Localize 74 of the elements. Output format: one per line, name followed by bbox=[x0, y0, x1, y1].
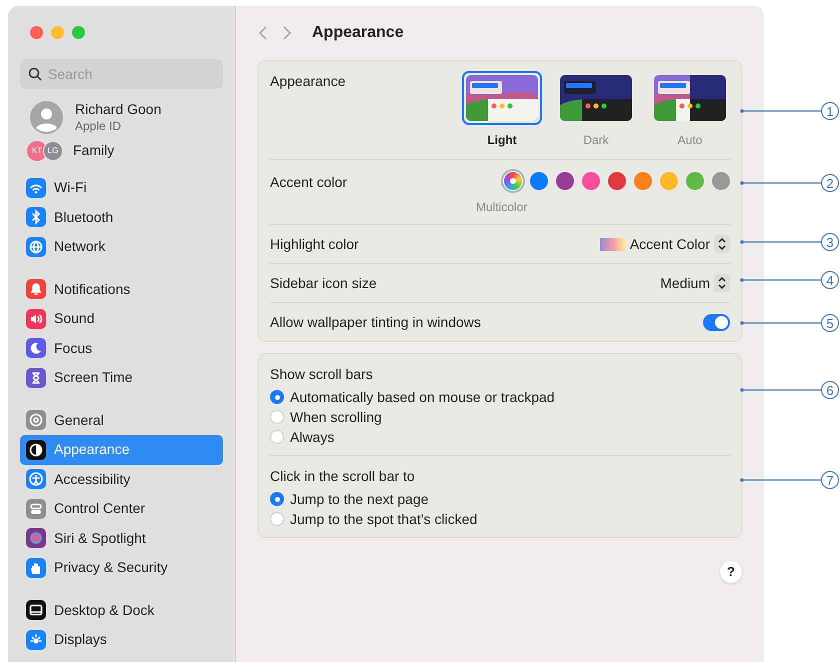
highlight-popup[interactable]: Accent Color bbox=[600, 234, 730, 254]
search-icon bbox=[28, 67, 42, 81]
sidebar-item[interactable]: Wi-Fi bbox=[20, 173, 223, 202]
color-swatch[interactable] bbox=[530, 172, 548, 190]
color-swatch[interactable] bbox=[686, 172, 704, 190]
family-label: Family bbox=[73, 141, 114, 160]
toggle-switch[interactable] bbox=[703, 314, 730, 330]
color-swatch[interactable] bbox=[608, 172, 626, 190]
window-control-icon[interactable] bbox=[30, 26, 43, 39]
sidebar-item[interactable]: Desktop & Dock bbox=[20, 596, 223, 625]
account-item[interactable]: Richard Goon Apple ID bbox=[20, 101, 223, 134]
member-avatar: LG bbox=[43, 140, 63, 160]
group-label: Show scroll bars bbox=[270, 365, 374, 384]
sidebar-item[interactable]: Accessibility bbox=[20, 464, 223, 494]
group-label: Click in the scroll bar to bbox=[270, 467, 416, 486]
account-name: Richard Goon bbox=[75, 101, 162, 119]
setting-label: Sidebar icon size bbox=[270, 274, 377, 292]
sidebar-item[interactable]: Siri & Spotlight bbox=[20, 524, 223, 553]
radio-icon bbox=[270, 390, 284, 404]
radio-option[interactable]: When scrolling bbox=[270, 407, 730, 427]
forward-icon[interactable] bbox=[282, 25, 292, 41]
sidebar-item[interactable]: Network bbox=[20, 232, 223, 262]
color-swatch[interactable] bbox=[634, 172, 652, 190]
search-field[interactable]: Search bbox=[20, 59, 223, 89]
help-button[interactable]: ? bbox=[720, 561, 742, 583]
setting-label: Appearance bbox=[270, 72, 346, 91]
callout-number: 1 bbox=[821, 102, 839, 120]
window-control-icon[interactable] bbox=[72, 26, 85, 39]
radio-icon bbox=[270, 492, 284, 506]
back-icon[interactable] bbox=[258, 25, 268, 41]
radio-icon bbox=[270, 512, 284, 526]
sidebar-item[interactable]: Privacy & Security bbox=[20, 553, 223, 582]
appearance-thumbnail-drawing bbox=[466, 75, 538, 121]
color-swatch[interactable] bbox=[556, 172, 574, 190]
callout-number: 4 bbox=[821, 271, 839, 289]
family-item[interactable]: KT LG Family bbox=[20, 140, 223, 161]
sidebar-item[interactable]: Displays bbox=[20, 625, 223, 654]
setting-label: Accent color bbox=[270, 173, 348, 192]
radio-option[interactable]: Automatically based on mouse or trackpad bbox=[270, 387, 730, 407]
callout-number: 3 bbox=[821, 233, 839, 251]
radio-option[interactable]: Jump to the spot that’s clicked bbox=[270, 509, 730, 529]
radio-icon bbox=[270, 430, 284, 444]
sidebar-item[interactable]: Sound bbox=[20, 304, 223, 334]
color-swatch[interactable] bbox=[712, 172, 730, 190]
account-subtitle: Apple ID bbox=[75, 118, 122, 134]
sidebar-item[interactable]: Screen Time bbox=[20, 363, 223, 392]
callout-number: 6 bbox=[821, 381, 839, 399]
radio-option[interactable]: Jump to the next page bbox=[270, 489, 730, 509]
multicolor-swatch[interactable] bbox=[504, 172, 522, 190]
accent-name: Multicolor bbox=[476, 199, 528, 216]
radio-icon bbox=[270, 410, 284, 424]
appearance-thumbnail-drawing bbox=[560, 75, 632, 121]
stepper-icon bbox=[714, 235, 730, 253]
gradient-swatch-icon bbox=[600, 238, 626, 250]
color-swatch[interactable] bbox=[582, 172, 600, 190]
callout-number: 7 bbox=[821, 471, 839, 489]
callout-number: 2 bbox=[821, 174, 839, 192]
sidebar-item[interactable]: Control Center bbox=[20, 494, 223, 524]
window-title: Appearance bbox=[312, 23, 404, 43]
window-control-icon[interactable] bbox=[51, 26, 64, 39]
sidebar-item[interactable]: Focus bbox=[20, 334, 223, 363]
setting-label: Highlight color bbox=[270, 234, 359, 254]
sidebar-item[interactable]: Bluetooth bbox=[20, 202, 223, 232]
stepper-icon bbox=[714, 274, 730, 292]
member-avatar: KT bbox=[27, 140, 47, 160]
appearance-thumbnail-drawing bbox=[654, 75, 726, 121]
callout-number: 5 bbox=[821, 314, 839, 332]
radio-option[interactable]: Always bbox=[270, 427, 730, 447]
sidebar-item[interactable]: Notifications bbox=[20, 274, 223, 304]
avatar-icon bbox=[30, 101, 63, 134]
setting-label: Allow wallpaper tinting in windows bbox=[270, 312, 481, 332]
icon-size-popup[interactable]: Medium bbox=[660, 272, 730, 294]
color-swatch[interactable] bbox=[660, 172, 678, 190]
sidebar-item[interactable]: General bbox=[20, 406, 223, 435]
